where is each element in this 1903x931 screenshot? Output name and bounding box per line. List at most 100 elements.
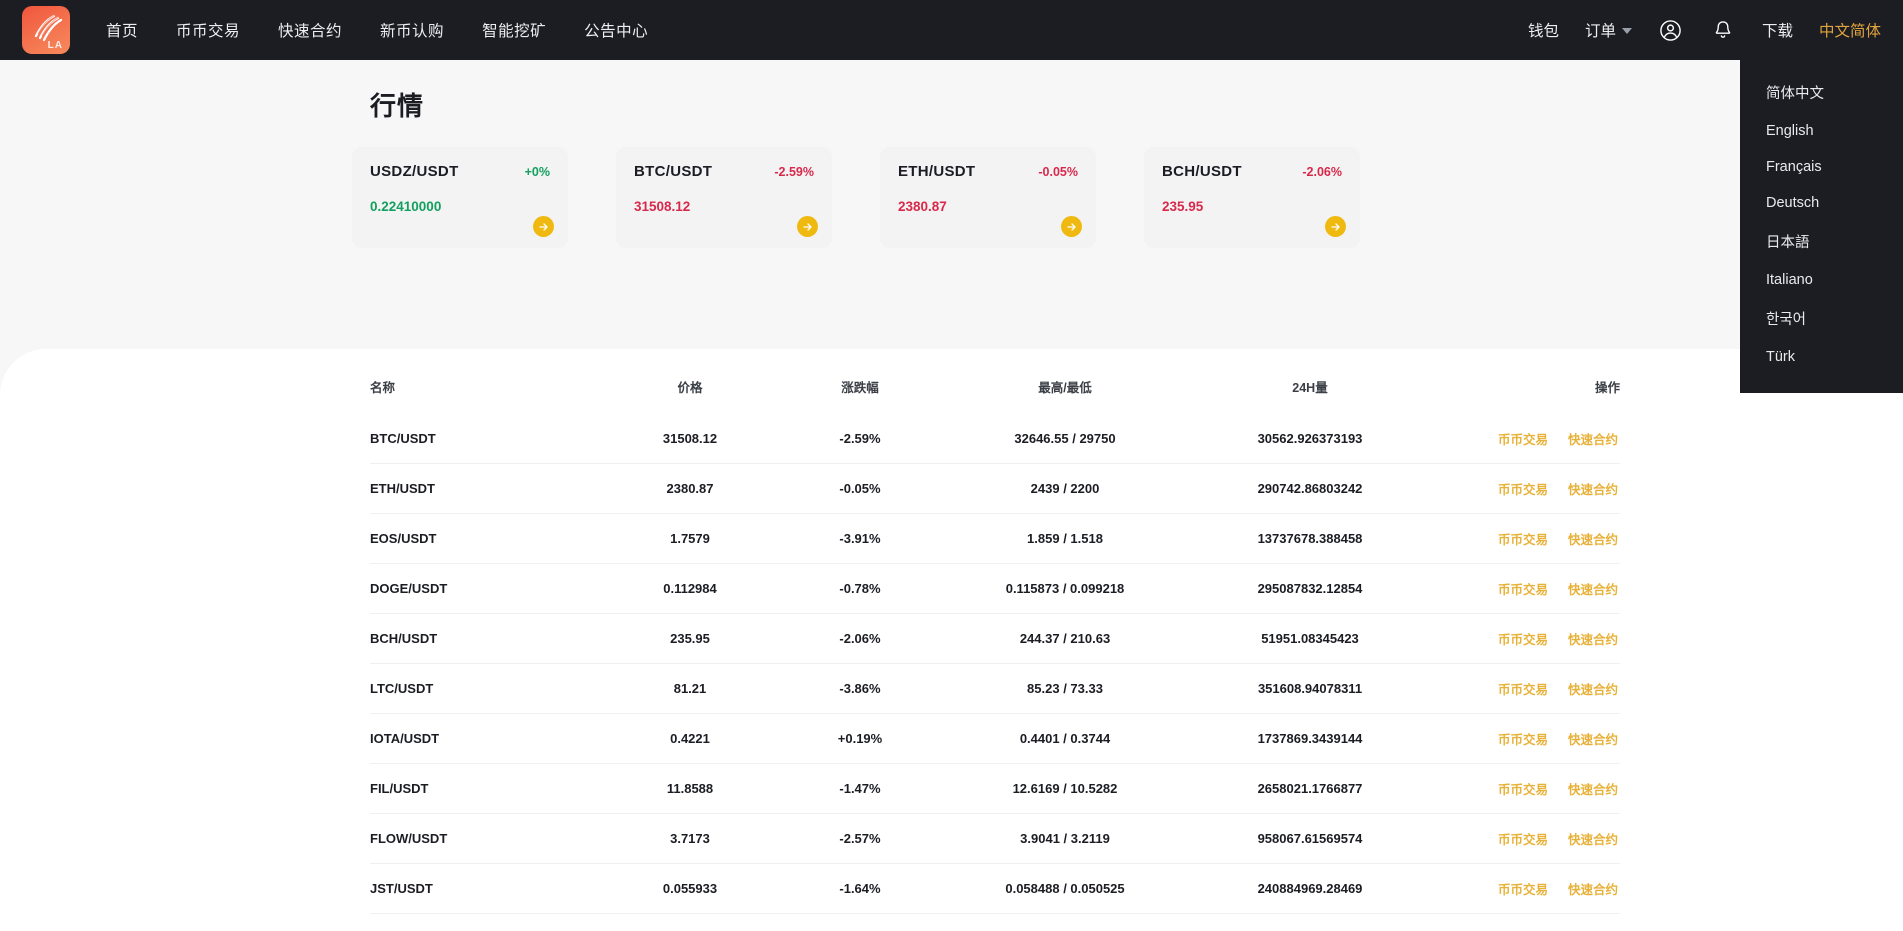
cell-pair-name: ETH/USDT: [370, 463, 600, 514]
fast-contract-link[interactable]: 快速合约: [1568, 579, 1618, 598]
fast-contract-link[interactable]: 快速合约: [1568, 729, 1618, 748]
row-action-links: 币币交易 快速合约: [1430, 729, 1620, 748]
table-row[interactable]: ITC/USDT0.0148-6.92%0.016 / 0.0138162962…: [370, 913, 1620, 931]
arrow-right-icon: [802, 222, 812, 231]
spot-trade-link[interactable]: 币币交易: [1498, 679, 1548, 698]
wallet-label: 钱包: [1527, 23, 1559, 40]
header-volume: 24H量: [1292, 381, 1328, 395]
cell-high-low: 1.859 / 1.518: [940, 513, 1190, 564]
table-row[interactable]: DOGE/USDT 0.112984 -0.78% 0.115873 / 0.0992…: [370, 563, 1620, 614]
market-card-change: -2.59%: [774, 165, 814, 179]
table-row[interactable]: JST/USDT 0.055933 -1.64% 0.058488 / 0.05052…: [370, 863, 1620, 914]
wallet-link[interactable]: 钱包: [1528, 19, 1559, 41]
spot-trade-link[interactable]: 币币交易: [1498, 829, 1548, 848]
orders-dropdown[interactable]: 订单: [1585, 19, 1632, 41]
cell-actions: 币币交易 快速合约: [1430, 414, 1620, 464]
table-header-row: 名称 价格 涨跌幅 最高/最低 24H量 操作: [370, 367, 1620, 414]
table-row[interactable]: ETH/USDT 2380.87 -0.05% 2439 / 2200 290742.8…: [370, 463, 1620, 514]
table-row[interactable]: BTC/USDT 31508.12 -2.59% 32646.55 / 29750 30…: [370, 414, 1620, 464]
nav-spot-trading[interactable]: 币币交易: [176, 19, 240, 41]
spot-trade-link[interactable]: 币币交易: [1498, 879, 1548, 898]
spot-trade-link[interactable]: 币币交易: [1498, 529, 1548, 548]
cell-high-low: 0.4401 / 0.3744: [940, 713, 1190, 764]
nav-smart-mining[interactable]: 智能挖矿: [482, 19, 546, 41]
market-card[interactable]: USDZ/USDT +0% 0.22410000: [352, 147, 568, 248]
cell-change: +0.19%: [780, 713, 940, 764]
market-card-arrow-button[interactable]: [1325, 216, 1346, 237]
spot-trade-link[interactable]: 币币交易: [1498, 579, 1548, 598]
cell-change: -2.59%: [839, 431, 881, 446]
cell-volume: 1737869.3439144: [1190, 713, 1430, 764]
language-selector[interactable]: 中文简体: [1819, 19, 1881, 41]
market-card-price: 235.95: [1162, 199, 1204, 214]
nav-new-coin-subscription[interactable]: 新币认购: [380, 19, 444, 41]
cell-volume: 290742.86803242: [1190, 463, 1430, 514]
market-card-change: -0.05%: [1038, 165, 1078, 179]
table-row[interactable]: EOS/USDT 1.7579 -3.91% 1.859 / 1.518 1373767…: [370, 513, 1620, 564]
market-card-arrow-button[interactable]: [797, 216, 818, 237]
language-option-it[interactable]: Italiano: [1740, 262, 1903, 298]
orders-label: 订单: [1584, 23, 1616, 40]
cell-price: 0.055933: [600, 863, 780, 914]
language-option-fr[interactable]: Français: [1740, 149, 1903, 185]
site-logo[interactable]: LA: [22, 6, 70, 54]
fast-contract-link[interactable]: 快速合约: [1568, 629, 1618, 648]
fast-contract-link[interactable]: 快速合约: [1568, 779, 1618, 798]
language-option-zh-cn[interactable]: 简体中文: [1740, 72, 1903, 113]
market-card[interactable]: ETH/USDT -0.05% 2380.87: [880, 147, 1096, 248]
cell-high-low: 32646.55 / 29750: [1014, 431, 1116, 446]
language-option-ja[interactable]: 日本語: [1740, 221, 1903, 262]
language-option-en[interactable]: English: [1740, 113, 1903, 149]
nav-fast-contract[interactable]: 快速合约: [278, 19, 342, 41]
cell-actions: 币币交易 快速合约: [1430, 763, 1620, 814]
fast-contract-link[interactable]: 快速合约: [1568, 679, 1618, 698]
spot-trade-link[interactable]: 币币交易: [1498, 479, 1548, 498]
market-card-arrow-button[interactable]: [533, 216, 554, 237]
nav-home[interactable]: 首页: [106, 19, 138, 41]
spot-trade-link[interactable]: 币币交易: [1498, 729, 1548, 748]
cell-volume: 16296255.441691: [1190, 913, 1430, 931]
cell-change: -2.57%: [780, 813, 940, 864]
table-row[interactable]: LTC/USDT 81.21 -3.86% 85.23 / 73.33 351608.9…: [370, 663, 1620, 714]
cell-actions: 币币交易 快速合约: [1430, 813, 1620, 864]
cell-actions: 币币交易 快速合约: [1430, 663, 1620, 714]
table-row[interactable]: IOTA/USDT 0.4221 +0.19% 0.4401 / 0.3744 1737…: [370, 713, 1620, 764]
table-row[interactable]: BCH/USDT 235.95 -2.06% 244.37 / 210.63 51951…: [370, 613, 1620, 664]
nav-announcement-center[interactable]: 公告中心: [584, 19, 648, 41]
market-card-top: USDZ/USDT +0%: [370, 163, 550, 180]
user-account-icon[interactable]: [1658, 17, 1684, 43]
cell-actions: 币币交易 快速合约: [1430, 713, 1620, 764]
language-option-de[interactable]: Deutsch: [1740, 185, 1903, 221]
header-price: 价格: [677, 381, 703, 395]
language-option-tr[interactable]: Türk: [1740, 339, 1903, 375]
spot-trade-link[interactable]: 币币交易: [1498, 429, 1548, 448]
fast-contract-link[interactable]: 快速合约: [1568, 529, 1618, 548]
cell-actions: 币币交易 快速合约: [1430, 863, 1620, 914]
fast-contract-link[interactable]: 快速合约: [1568, 829, 1618, 848]
cell-price: 0.112984: [600, 563, 780, 614]
market-card-arrow-button[interactable]: [1061, 216, 1082, 237]
fast-contract-link[interactable]: 快速合约: [1568, 479, 1618, 498]
download-link[interactable]: 下载: [1762, 19, 1793, 41]
cell-pair-name: FIL/USDT: [370, 763, 600, 814]
table-row[interactable]: FIL/USDT 11.8588 -1.47% 12.6169 / 10.5282 26…: [370, 763, 1620, 814]
cell-change: -3.91%: [780, 513, 940, 564]
logo-text: LA: [47, 40, 63, 51]
cell-change: -6.92%: [780, 913, 940, 931]
spot-trade-link[interactable]: 币币交易: [1498, 629, 1548, 648]
cell-high-low: 0.058488 / 0.050525: [940, 863, 1190, 914]
fast-contract-link[interactable]: 快速合约: [1568, 879, 1618, 898]
header-right-actions: 钱包 订单 下载 中文简体: [1528, 17, 1881, 43]
notification-bell-icon[interactable]: [1710, 17, 1736, 43]
cell-actions: 币币交易 快速合约: [1430, 463, 1620, 514]
cell-high-low: 12.6169 / 10.5282: [940, 763, 1190, 814]
spot-trade-link[interactable]: 币币交易: [1498, 779, 1548, 798]
fast-contract-link[interactable]: 快速合约: [1568, 429, 1618, 448]
top-header: LA 首页 币币交易 快速合约 新币认购 智能挖矿 公告中心 钱包 订单 下载 …: [0, 0, 1903, 60]
market-card[interactable]: BCH/USDT -2.06% 235.95: [1144, 147, 1360, 248]
market-card[interactable]: BTC/USDT -2.59% 31508.12: [616, 147, 832, 248]
language-option-ko[interactable]: 한국어: [1740, 298, 1903, 339]
cell-change: -0.78%: [780, 563, 940, 614]
table-row[interactable]: FLOW/USDT 3.7173 -2.57% 3.9041 / 3.2119 9580…: [370, 813, 1620, 864]
header-change: 涨跌幅: [841, 381, 879, 395]
